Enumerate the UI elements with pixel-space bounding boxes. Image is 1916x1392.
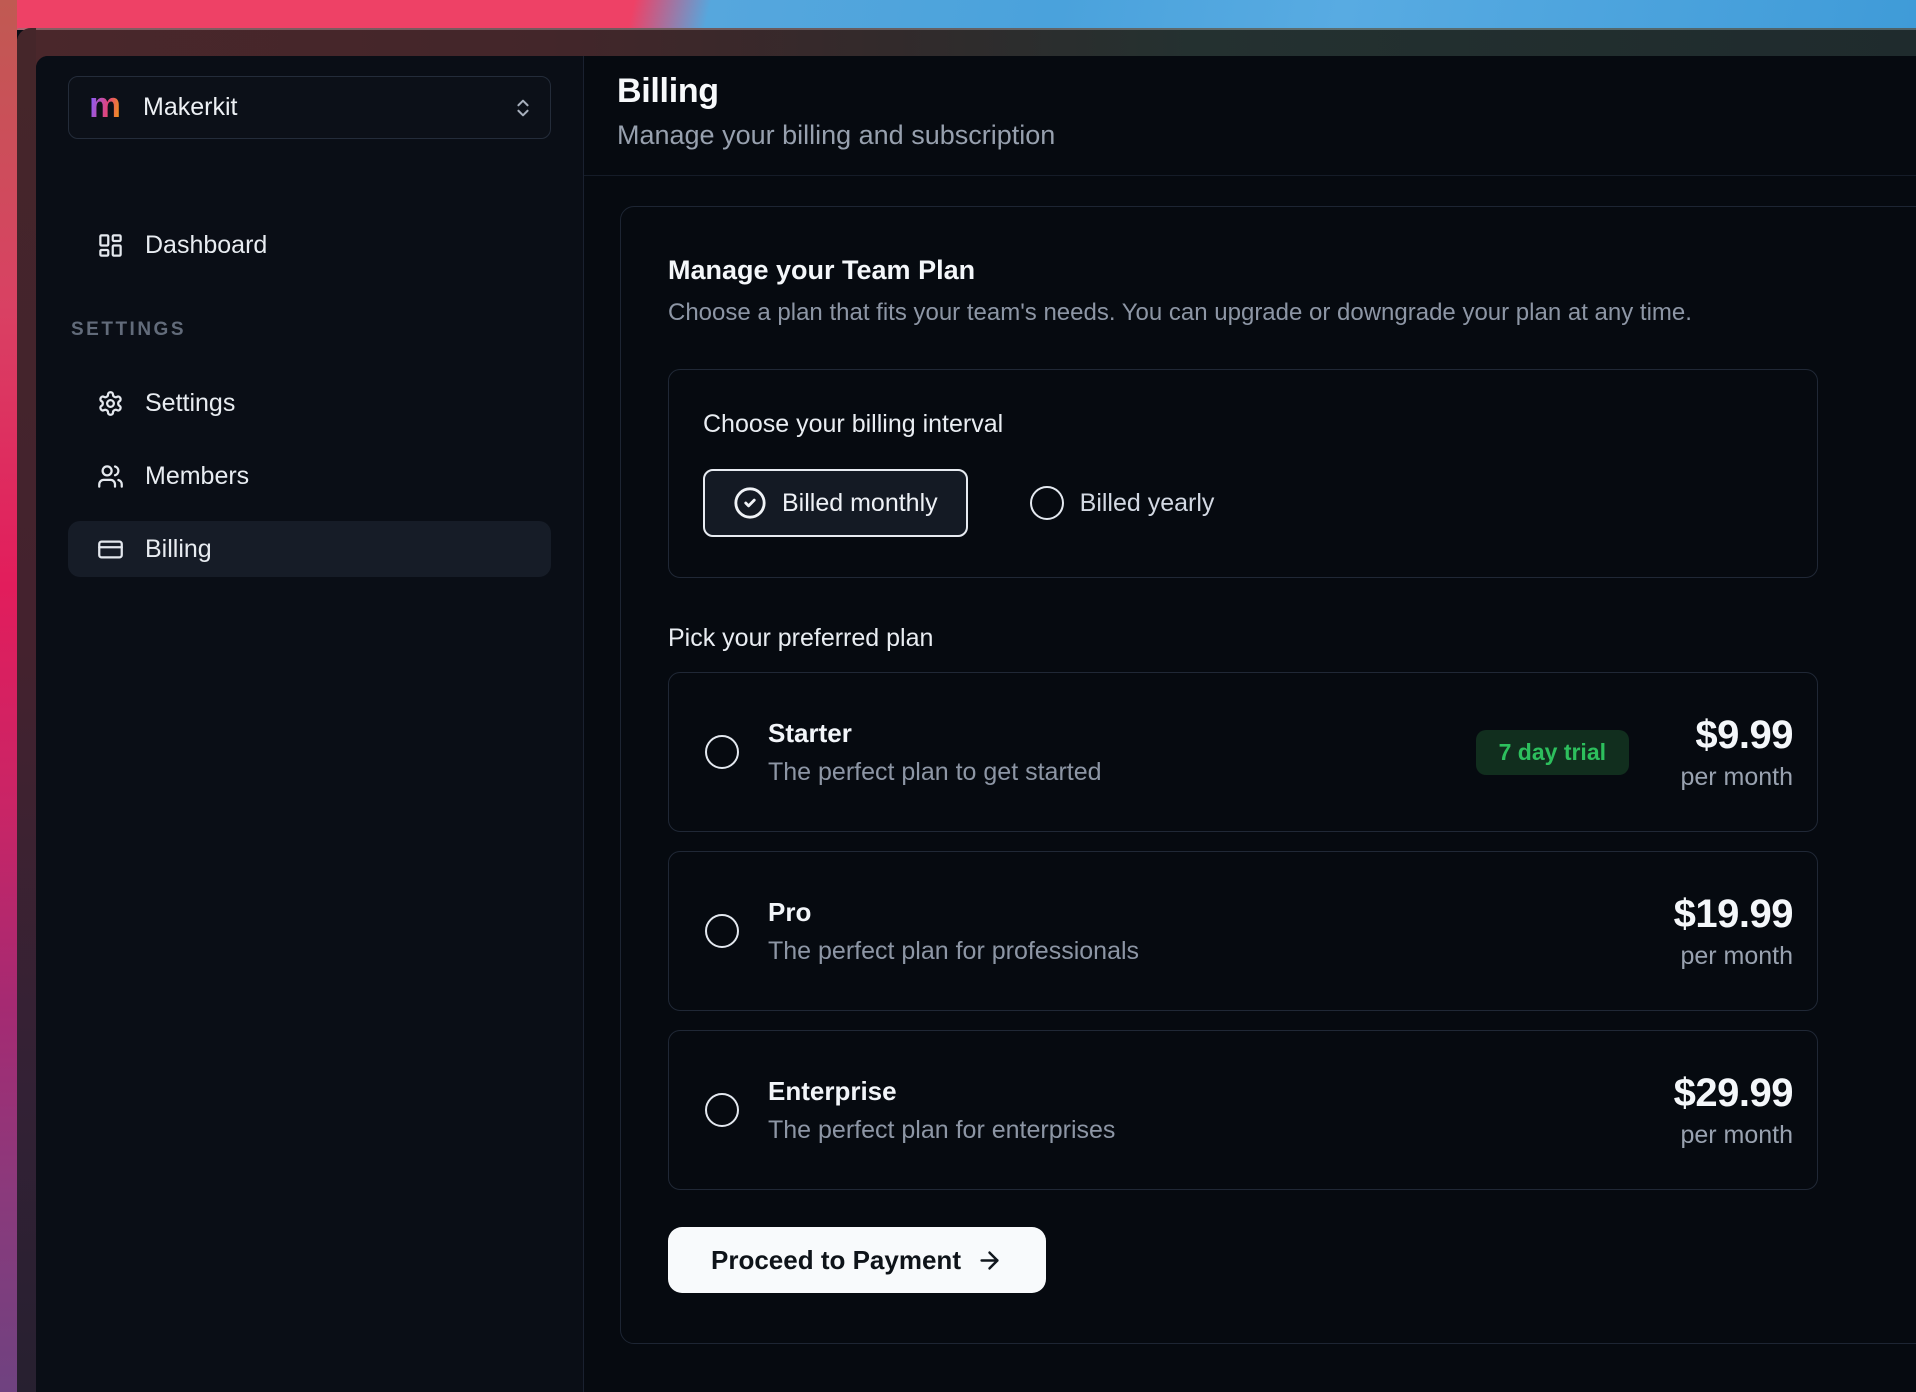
sidebar-item-label: Members (145, 462, 249, 491)
users-icon (97, 463, 124, 490)
plan-price: $29.99 (1653, 1071, 1793, 1116)
billing-interval-label: Choose your billing interval (703, 410, 1777, 439)
gear-icon (97, 390, 124, 417)
dashboard-icon (97, 232, 124, 259)
billed-monthly-option[interactable]: Billed monthly (703, 469, 968, 537)
plan-info: Starter The perfect plan to get started (768, 718, 1102, 787)
arrow-right-icon (976, 1247, 1003, 1274)
radio-circle-icon (1030, 486, 1064, 520)
radio-circle-icon[interactable] (705, 1093, 739, 1127)
page-subtitle: Manage your billing and subscription (617, 120, 1916, 151)
plan-row-enterprise[interactable]: Enterprise The perfect plan for enterpri… (668, 1030, 1818, 1190)
plan-info: Pro The perfect plan for professionals (768, 897, 1139, 966)
card-title: Manage your Team Plan (668, 255, 1916, 286)
sidebar-item-label: Settings (145, 389, 235, 418)
plan-price: $9.99 (1653, 713, 1793, 758)
billed-yearly-label: Billed yearly (1080, 489, 1215, 518)
sidebar-section-label: SETTINGS (68, 319, 551, 341)
plan-name: Starter (768, 718, 1102, 749)
proceed-to-payment-button[interactable]: Proceed to Payment (668, 1227, 1046, 1293)
sidebar-item-members[interactable]: Members (68, 448, 551, 504)
sidebar-nav: Dashboard SETTINGS Settings Members (68, 217, 551, 577)
plan-period: per month (1653, 1121, 1793, 1150)
chevrons-up-down-icon (512, 97, 534, 119)
billing-interval-options: Billed monthly Billed yearly (703, 469, 1777, 537)
plan-period: per month (1653, 763, 1793, 792)
sidebar-item-label: Dashboard (145, 231, 267, 260)
plan-info: Enterprise The perfect plan for enterpri… (768, 1076, 1115, 1145)
main-content: Billing Manage your billing and subscrip… (584, 56, 1916, 1392)
team-plan-card: Manage your Team Plan Choose a plan that… (620, 206, 1916, 1344)
credit-card-icon (97, 536, 124, 563)
plan-period: per month (1653, 942, 1793, 971)
sidebar: m Makerkit Dashboard SETTINGS (36, 56, 584, 1392)
price-block: $19.99 per month (1653, 892, 1793, 971)
plan-name: Enterprise (768, 1076, 1115, 1107)
plan-name: Pro (768, 897, 1139, 928)
page-header: Billing Manage your billing and subscrip… (584, 56, 1916, 151)
plan-right: $19.99 per month (1653, 892, 1793, 971)
plans-label: Pick your preferred plan (668, 624, 1916, 653)
proceed-to-payment-label: Proceed to Payment (711, 1245, 961, 1276)
window-frame-edge (17, 28, 36, 1392)
team-selector[interactable]: m Makerkit (68, 76, 551, 139)
page-title: Billing (617, 72, 1916, 111)
window-content: m Makerkit Dashboard SETTINGS (36, 56, 1916, 1392)
price-block: $9.99 per month (1653, 713, 1793, 792)
desktop-wallpaper-top (0, 0, 1916, 30)
plan-price: $19.99 (1653, 892, 1793, 937)
desktop-wallpaper-left (0, 0, 17, 1392)
sidebar-item-dashboard[interactable]: Dashboard (68, 217, 551, 273)
price-block: $29.99 per month (1653, 1071, 1793, 1150)
sidebar-item-settings[interactable]: Settings (68, 375, 551, 431)
billed-yearly-option[interactable]: Billed yearly (1030, 486, 1215, 520)
header-divider (584, 175, 1916, 176)
billing-interval-box: Choose your billing interval Billed mont… (668, 369, 1818, 578)
trial-badge: 7 day trial (1476, 730, 1629, 775)
sidebar-item-billing[interactable]: Billing (68, 521, 551, 577)
check-circle-icon (733, 486, 767, 520)
plan-row-starter[interactable]: Starter The perfect plan to get started … (668, 672, 1818, 832)
billed-monthly-label: Billed monthly (782, 489, 938, 518)
plan-description: The perfect plan for enterprises (768, 1116, 1115, 1145)
plan-right: $29.99 per month (1653, 1071, 1793, 1150)
plan-row-pro[interactable]: Pro The perfect plan for professionals $… (668, 851, 1818, 1011)
makerkit-logo-icon: m (89, 87, 121, 129)
sidebar-item-label: Billing (145, 535, 212, 564)
team-name: Makerkit (143, 93, 237, 122)
app-window: m Makerkit Dashboard SETTINGS (17, 28, 1916, 1392)
radio-circle-icon[interactable] (705, 735, 739, 769)
plan-description: The perfect plan for professionals (768, 937, 1139, 966)
plan-description: The perfect plan to get started (768, 758, 1102, 787)
plan-right: 7 day trial $9.99 per month (1476, 713, 1793, 792)
card-subtitle: Choose a plan that fits your team's need… (668, 299, 1916, 327)
radio-circle-icon[interactable] (705, 914, 739, 948)
